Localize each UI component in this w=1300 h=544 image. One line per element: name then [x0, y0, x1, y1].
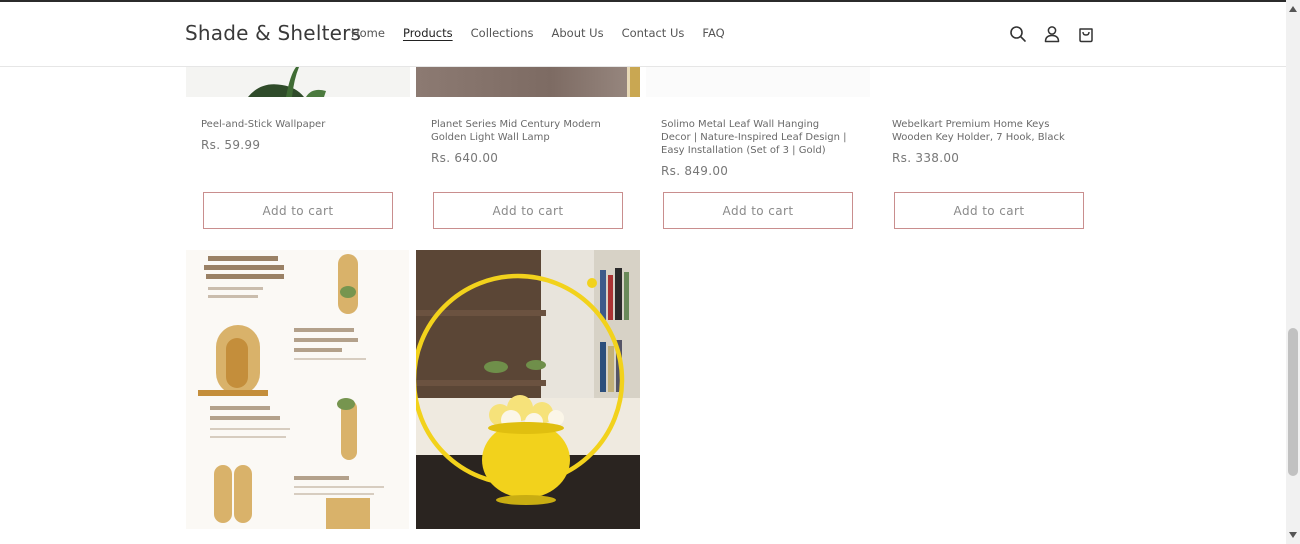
- product-title[interactable]: Peel-and-Stick Wallpaper: [201, 118, 396, 131]
- yellow-ring-flower-pot-image[interactable]: [411, 250, 640, 529]
- scroll-down-arrow-icon[interactable]: [1286, 526, 1300, 544]
- brand-logo[interactable]: Shade & Shelters: [185, 21, 361, 45]
- add-to-cart-button[interactable]: Add to cart: [663, 192, 853, 229]
- nav-home[interactable]: Home: [351, 26, 385, 40]
- add-to-cart-button[interactable]: Add to cart: [433, 192, 623, 229]
- nav-collections[interactable]: Collections: [471, 26, 534, 40]
- add-to-cart-button[interactable]: Add to cart: [894, 192, 1084, 229]
- nav-products[interactable]: Products: [403, 26, 453, 40]
- product-image-wallpaper[interactable]: [186, 67, 410, 97]
- nav-about-us[interactable]: About Us: [552, 26, 604, 40]
- cart-icon[interactable]: [1076, 23, 1096, 45]
- product-price: Rs. 640.00: [431, 151, 499, 165]
- site-header: Shade & Shelters Home Products Collectio…: [0, 2, 1286, 67]
- product-title[interactable]: Solimo Metal Leaf Wall Hanging Decor | N…: [661, 118, 851, 157]
- product-price: Rs. 338.00: [892, 151, 960, 165]
- account-icon[interactable]: [1042, 23, 1062, 45]
- wooden-wall-planter-image[interactable]: [186, 250, 409, 529]
- header-icons: [1008, 23, 1096, 45]
- scroll-up-arrow-icon[interactable]: [1286, 0, 1300, 18]
- product-image-wall-lamp[interactable]: [416, 67, 640, 97]
- page-scrollbar[interactable]: [1286, 0, 1300, 544]
- nav-faq[interactable]: FAQ: [702, 26, 724, 40]
- product-price: Rs. 59.99: [201, 138, 261, 152]
- product-grid: Peel-and-Stick Wallpaper Rs. 59.99 Add t…: [0, 67, 1286, 544]
- nav-contact-us[interactable]: Contact Us: [622, 26, 685, 40]
- scrollbar-thumb[interactable]: [1288, 328, 1298, 476]
- main-nav: Home Products Collections About Us Conta…: [351, 26, 743, 40]
- product-price: Rs. 849.00: [661, 164, 729, 178]
- search-icon[interactable]: [1008, 23, 1028, 45]
- product-title[interactable]: Planet Series Mid Century Modern Golden …: [431, 118, 626, 144]
- add-to-cart-button[interactable]: Add to cart: [203, 192, 393, 229]
- product-title[interactable]: Webelkart Premium Home Keys Wooden Key H…: [892, 118, 1087, 144]
- product-image-leaf-decor[interactable]: [646, 67, 870, 97]
- product-image-key-holder[interactable]: [877, 67, 1101, 97]
